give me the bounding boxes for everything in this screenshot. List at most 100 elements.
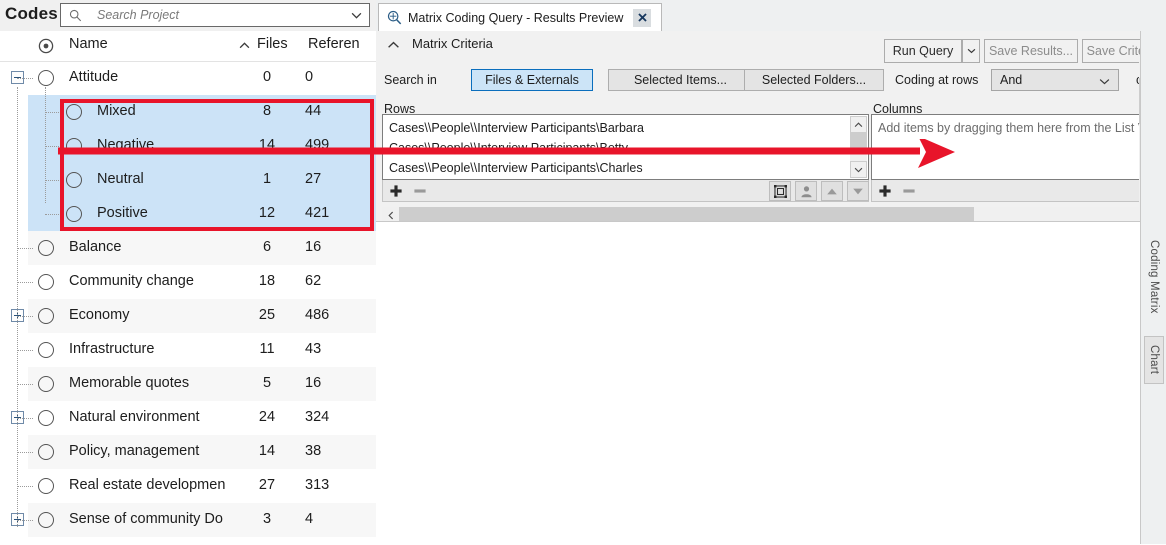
tree-row-references: 313 [305,477,330,493]
view-mode-tabstrip: Coding Matrix Chart [1140,31,1166,544]
tree-row[interactable]: Policy, management 14 38 [0,435,376,469]
tab-label: Matrix Coding Query - Results Preview [408,10,624,25]
tree-row-label: Positive [97,205,148,221]
run-query-dropdown-button[interactable] [962,39,980,63]
tree-row-files: 14 [258,137,276,153]
tree-row-files: 24 [258,409,276,425]
tree-row[interactable]: Memorable quotes 5 16 [0,367,376,401]
tree-row-references: 324 [305,409,330,425]
tree-row[interactable]: Real estate developmen 27 313 [0,469,376,503]
codes-tree[interactable]: Attitude 0 0 Mixed 8 44 Negative 14 499 Neutral 1 2… [0,61,376,544]
codes-panel-header: Codes Search Project [0,0,376,31]
move-down-button[interactable] [847,181,869,201]
tree-row-files: 1 [262,171,272,187]
tree-row-label: Policy, management [69,443,200,459]
rows-list-item[interactable]: Cases\\People\\Interview Participants\Ba… [389,121,644,135]
column-header-references[interactable]: Referen [308,36,360,52]
node-icon[interactable] [38,512,54,528]
columns-toolbar [871,180,1151,202]
tree-row[interactable]: Sense of community Do 3 4 [0,503,376,537]
node-icon[interactable] [38,70,54,86]
node-icon[interactable] [38,376,54,392]
tree-row-references: 43 [305,341,322,357]
tree-connector [45,146,61,147]
results-preview-area [376,221,1166,545]
page-title: Codes [5,4,58,23]
tree-connector [17,452,33,453]
tree-row-label: Community change [69,273,194,289]
tree-row[interactable]: Attitude 0 0 [0,61,376,95]
query-magnifier-icon [387,10,402,25]
node-icon[interactable] [38,478,54,494]
columns-listbox[interactable]: Add items by dragging them here from the… [871,114,1166,180]
sort-ascending-icon [239,42,250,49]
tree-row[interactable]: Infrastructure 11 43 [0,333,376,367]
column-header-files[interactable]: Files [257,36,288,52]
run-query-button[interactable]: Run Query [884,39,962,63]
search-in-label: Search in [384,73,437,87]
tab-coding-matrix[interactable]: Coding Matrix [1144,231,1164,323]
tab-strip: Matrix Coding Query - Results Preview [376,0,1166,32]
node-icon[interactable] [38,342,54,358]
close-icon[interactable] [633,8,652,27]
save-results-button[interactable]: Save Results... [984,39,1078,63]
tree-row-label: Infrastructure [69,341,155,357]
node-icon[interactable] [66,104,82,120]
node-icon[interactable] [66,206,82,222]
tree-row[interactable]: Natural environment 24 324 [0,401,376,435]
tab-chart[interactable]: Chart [1144,336,1164,384]
tab-label: Coding Matrix [1148,240,1160,314]
matrix-criteria-title: Matrix Criteria [412,36,493,51]
tree-row-references: 38 [305,443,322,459]
node-icon[interactable] [38,274,54,290]
tree-connector [45,112,61,113]
tree-row-references: 16 [305,375,322,391]
search-in-selected-items-button[interactable]: Selected Items... [608,69,753,91]
scroll-up-icon[interactable] [850,116,867,133]
tree-connector [17,282,33,283]
node-icon[interactable] [66,172,82,188]
column-header-name[interactable]: Name [69,36,108,52]
move-up-button[interactable] [821,181,843,201]
matrix-criteria-panel: Matrix Criteria Run Query Save Results..… [376,31,1166,252]
tree-row[interactable]: Community change 18 62 [0,265,376,299]
rows-list-item[interactable]: Cases\\People\\Interview Participants\Be… [389,141,628,155]
add-column-button[interactable] [874,181,896,201]
select-case-button[interactable] [795,181,817,201]
rows-listbox[interactable]: Cases\\People\\Interview Participants\Ba… [382,114,869,180]
search-input[interactable]: Search Project [60,3,370,27]
remove-column-button[interactable] [898,181,920,201]
scrollbar-thumb[interactable] [850,133,867,150]
chevron-down-icon [1099,79,1110,85]
node-icon[interactable] [38,308,54,324]
rows-toolbar [382,180,869,202]
tree-row[interactable]: Economy 25 486 [0,299,376,333]
tree-row-references: 44 [305,103,322,119]
tree-connector [17,78,33,79]
chevron-up-icon[interactable] [387,41,400,49]
coding-operator-select[interactable]: And [991,69,1119,91]
node-icon[interactable] [38,444,54,460]
tree-row[interactable]: Balance 6 16 [0,231,376,265]
tab-matrix-coding-query[interactable]: Matrix Coding Query - Results Preview [378,3,663,31]
tree-row-references: 62 [305,273,322,289]
tree-connector [17,350,33,351]
add-row-button[interactable] [385,181,407,201]
tree-column-headers: Name Files Referen [0,31,376,62]
node-icon[interactable] [66,138,82,154]
tree-connector [17,87,18,527]
search-in-selected-folders-button[interactable]: Selected Folders... [744,69,884,91]
rows-list-item[interactable]: Cases\\People\\Interview Participants\Ch… [389,161,643,175]
remove-row-button[interactable] [409,181,431,201]
scroll-down-icon[interactable] [850,161,867,178]
chevron-down-icon[interactable] [351,12,362,19]
search-in-files-externals-button[interactable]: Files & Externals [471,69,593,91]
tree-row-label: Neutral [97,171,144,187]
node-icon[interactable] [38,240,54,256]
node-icon[interactable] [38,410,54,426]
rows-vertical-scrollbar[interactable] [850,116,867,178]
coding-at-rows-label: Coding at rows [895,73,979,87]
select-item-button[interactable] [769,181,791,201]
node-type-icon [38,38,54,54]
tree-row-references: 0 [305,69,314,85]
